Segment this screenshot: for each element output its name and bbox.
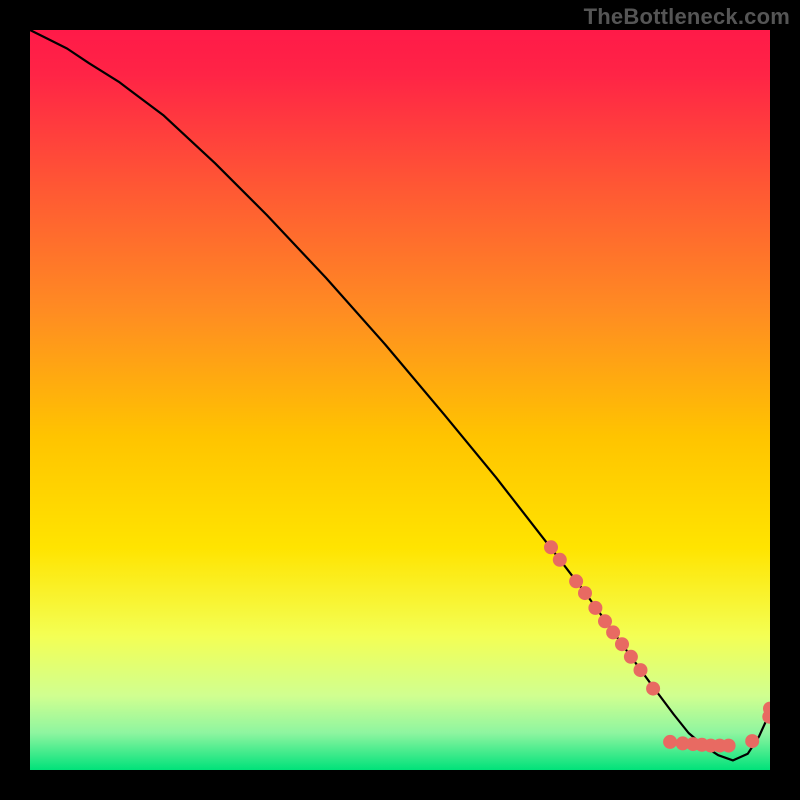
chart-frame: TheBottleneck.com <box>0 0 800 800</box>
point-gpu-points <box>553 553 567 567</box>
point-gpu-points <box>588 601 602 615</box>
point-gpu-points <box>606 625 620 639</box>
point-gpu-points <box>634 663 648 677</box>
point-gpu-points <box>569 574 583 588</box>
point-gpu-points <box>615 637 629 651</box>
point-gpu-points <box>578 586 592 600</box>
plot-area <box>30 30 770 770</box>
gradient-background <box>30 30 770 770</box>
chart-svg <box>30 30 770 770</box>
point-gpu-points <box>663 735 677 749</box>
point-gpu-points <box>544 540 558 554</box>
point-gpu-points <box>722 739 736 753</box>
point-gpu-points <box>745 734 759 748</box>
point-gpu-points <box>646 682 660 696</box>
watermark-text: TheBottleneck.com <box>584 4 790 30</box>
point-gpu-points <box>624 650 638 664</box>
